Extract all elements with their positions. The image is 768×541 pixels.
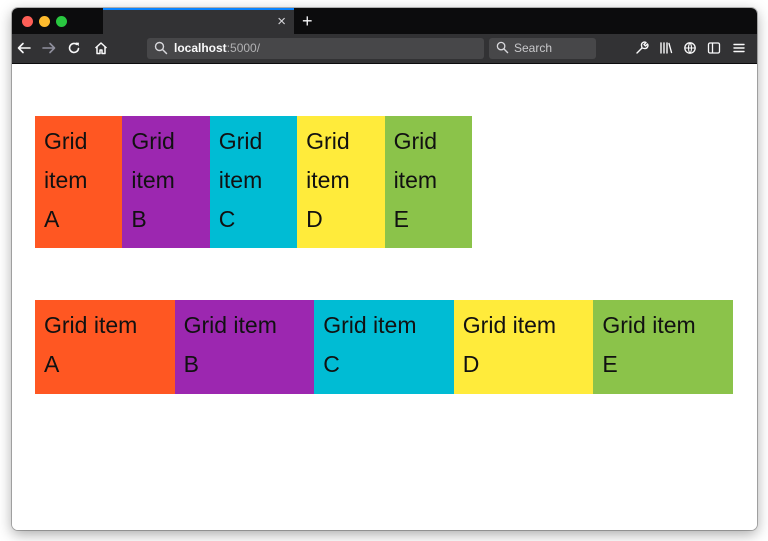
grid-item-d: Grid item D	[297, 116, 385, 248]
url-host: localhost	[174, 41, 227, 55]
reload-icon[interactable]	[64, 38, 84, 58]
url-text: localhost:5000/	[174, 38, 260, 59]
close-window-button[interactable]	[22, 16, 33, 27]
grid-item-text: C	[218, 206, 236, 232]
grid-item-text: Grid item	[323, 312, 417, 338]
grid-item-e: Grid item E	[384, 116, 472, 248]
tab-close-icon[interactable]: ×	[277, 11, 286, 33]
grid-container-narrow: Grid item A Grid item B Grid item C Grid…	[35, 116, 472, 248]
grid-item-text: E	[602, 351, 618, 377]
grid-item-b: Grid item B	[174, 300, 315, 394]
search-bar[interactable]: Search	[489, 38, 596, 59]
url-bar[interactable]: localhost:5000/	[147, 38, 484, 59]
url-path: :5000/	[226, 41, 261, 55]
tab-strip: × +	[12, 8, 757, 34]
grid-item-text: item	[131, 167, 175, 193]
extensions-icon[interactable]	[681, 39, 699, 57]
grid-item-text: Grid	[218, 128, 263, 154]
grid-item-text: D	[462, 351, 480, 377]
grid-item-text: Grid item	[183, 312, 277, 338]
maximize-window-button[interactable]	[56, 16, 67, 27]
search-icon	[496, 41, 509, 59]
grid-item-text: item	[393, 167, 438, 193]
active-tab[interactable]: ×	[103, 8, 294, 34]
grid-item-text: E	[393, 206, 409, 232]
browser-window: × + localhost:5000/ Search Grid item A G…	[12, 8, 757, 530]
grid-item-text: A	[44, 351, 60, 377]
grid-item-text: Grid item	[44, 312, 138, 338]
grid-item-text: C	[323, 351, 340, 377]
grid-item-text: B	[183, 351, 199, 377]
sidebar-icon[interactable]	[705, 39, 723, 57]
grid-item-d: Grid item D	[453, 300, 594, 394]
minimize-window-button[interactable]	[39, 16, 50, 27]
grid-item-a: Grid item A	[35, 116, 123, 248]
grid-item-text: Grid item	[462, 312, 557, 338]
navigation-toolbar: localhost:5000/ Search	[12, 34, 757, 64]
grid-item-text: item	[44, 167, 88, 193]
grid-item-a: Grid item A	[35, 300, 175, 394]
grid-item-text: D	[306, 206, 323, 232]
back-icon[interactable]	[14, 38, 34, 58]
grid-item-e: Grid item E	[593, 300, 733, 394]
grid-item-text: Grid item	[602, 312, 696, 338]
magnifier-icon	[154, 41, 168, 60]
grid-item-text: Grid	[393, 128, 438, 154]
grid-item-c: Grid item C	[314, 300, 454, 394]
grid-item-text: item	[218, 167, 263, 193]
search-placeholder: Search	[514, 41, 553, 55]
grid-container-wide: Grid item A Grid item B Grid item C Grid…	[35, 300, 733, 394]
grid-item-b: Grid item B	[122, 116, 210, 248]
grid-item-c: Grid item C	[209, 116, 298, 248]
page-content: Grid item A Grid item B Grid item C Grid…	[12, 64, 757, 530]
wrench-icon[interactable]	[633, 39, 651, 57]
new-tab-button[interactable]: +	[302, 8, 313, 34]
library-icon[interactable]	[657, 39, 675, 57]
menu-icon[interactable]	[730, 39, 748, 57]
home-icon[interactable]	[91, 38, 111, 58]
forward-icon[interactable]	[39, 38, 59, 58]
grid-item-text: Grid	[306, 128, 350, 154]
grid-item-text: item	[306, 167, 350, 193]
grid-item-text: A	[44, 206, 60, 232]
grid-item-text: B	[131, 206, 147, 232]
grid-item-text: Grid	[44, 128, 88, 154]
grid-item-text: Grid	[131, 128, 175, 154]
